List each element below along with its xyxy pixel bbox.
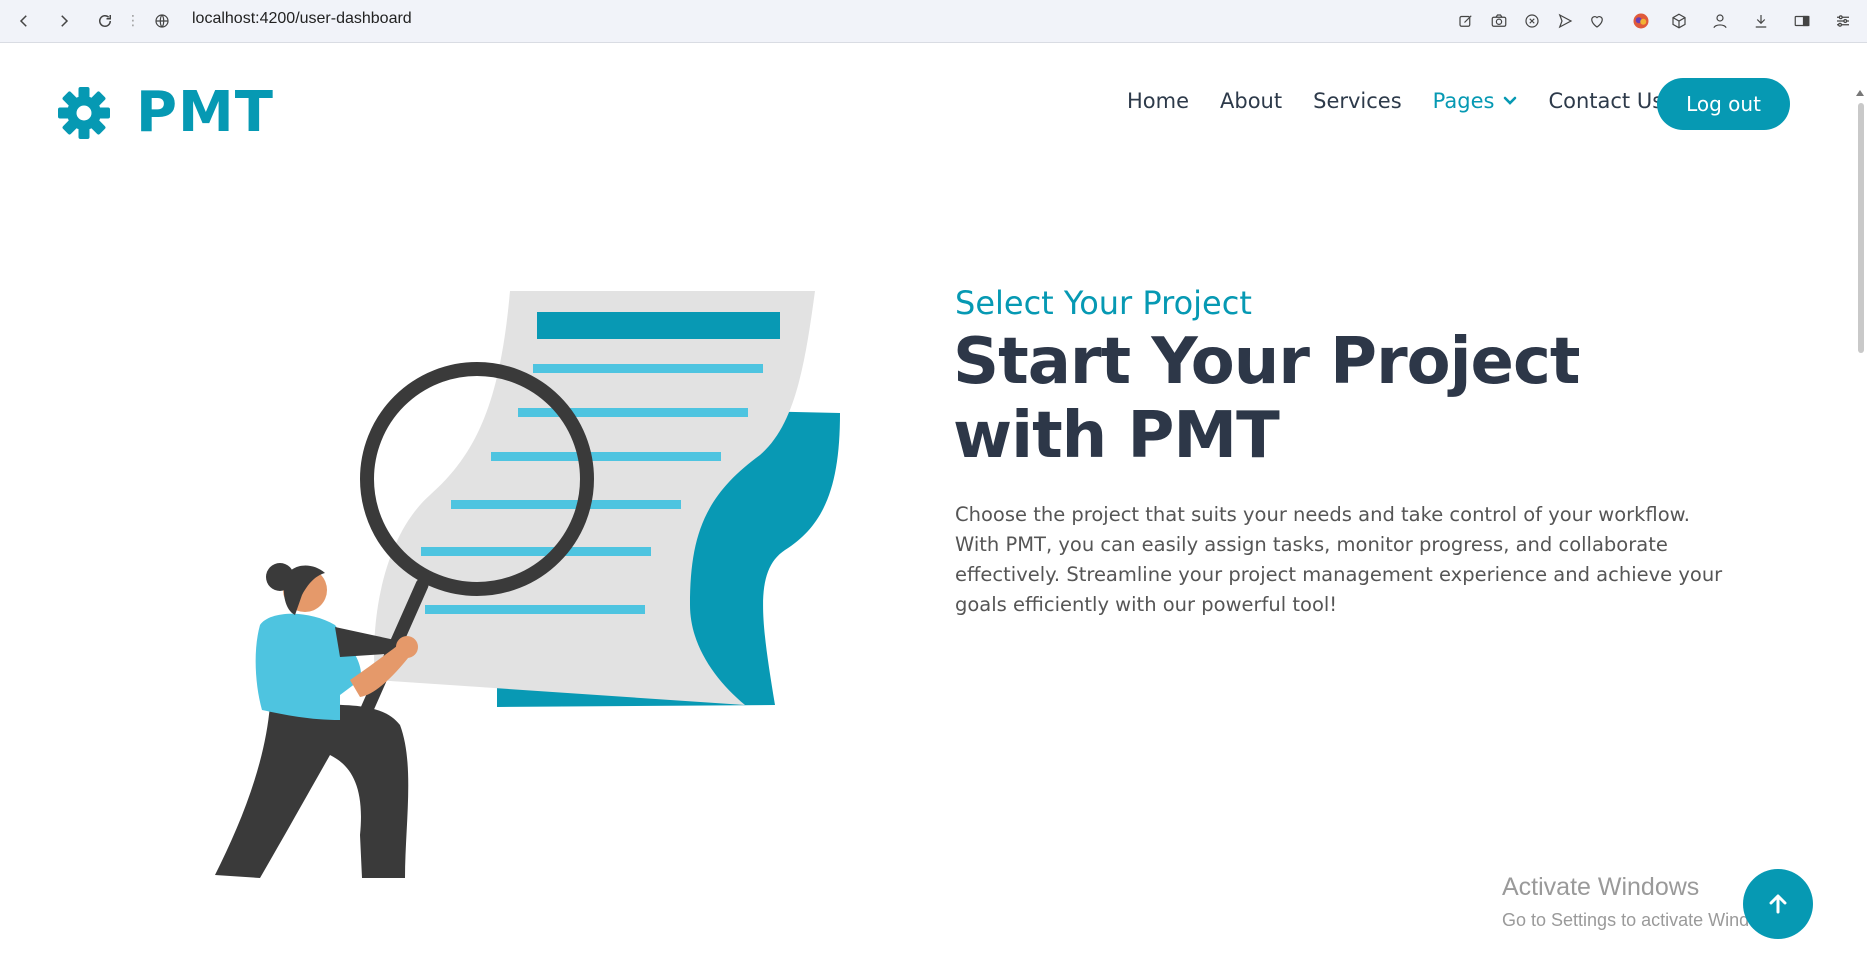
nav-pages-dropdown[interactable]: Pages <box>1433 89 1518 113</box>
illustration-line <box>451 500 681 509</box>
scroll-up-arrow-icon[interactable] <box>1856 90 1864 96</box>
back-icon[interactable] <box>12 9 36 33</box>
page-scrollbar[interactable] <box>1853 43 1867 958</box>
project-search-illustration <box>215 291 840 878</box>
illustration-line-header <box>537 312 780 339</box>
illustration-person-legs <box>215 704 409 878</box>
send-icon[interactable] <box>1553 9 1577 33</box>
forward-icon[interactable] <box>52 9 76 33</box>
illustration-line <box>518 408 748 417</box>
settings-icon[interactable] <box>1831 9 1855 33</box>
brand-logo[interactable]: PMT <box>58 80 274 145</box>
illustration-line <box>491 452 721 461</box>
nav-services[interactable]: Services <box>1313 89 1402 113</box>
main-nav: Home About Services Pages Contact Us <box>1127 89 1694 113</box>
back-to-top-button[interactable] <box>1743 869 1813 939</box>
illustration-person-bun <box>266 563 294 591</box>
reload-icon[interactable] <box>93 9 117 33</box>
nav-contact-us[interactable]: Contact Us <box>1548 89 1663 113</box>
nav-home[interactable]: Home <box>1127 89 1189 113</box>
address-bar[interactable]: localhost:4200/user-dashboard <box>192 10 412 28</box>
nav-pages-label: Pages <box>1432 89 1495 113</box>
hero-description: Choose the project that suits your needs… <box>955 503 1723 616</box>
arrow-up-icon <box>1769 894 1787 914</box>
hero-subtitle: Select Your Project <box>955 284 1252 322</box>
download-icon[interactable] <box>1749 9 1773 33</box>
extension-avatar-icon[interactable] <box>1629 9 1653 33</box>
edit-icon[interactable] <box>1454 9 1478 33</box>
gear-icon <box>58 86 110 139</box>
camera-icon[interactable] <box>1487 9 1511 33</box>
illustration-line <box>533 364 763 373</box>
cube-icon[interactable] <box>1667 9 1691 33</box>
kebab-icon: ⋮ <box>126 12 140 28</box>
illustration-person-hand <box>396 636 418 658</box>
site-info-icon[interactable] <box>150 9 174 33</box>
illustration-line <box>421 547 651 556</box>
browser-toolbar: ⋮ localhost:4200/user-dashboard <box>0 0 1867 43</box>
logout-button[interactable]: Log out <box>1657 78 1790 130</box>
illustration-line <box>425 605 645 614</box>
heart-icon[interactable] <box>1585 9 1609 33</box>
brand-name: PMT <box>136 80 274 145</box>
profile-icon[interactable] <box>1708 9 1732 33</box>
hero-headline: Start Your Project with PMT <box>953 325 1580 473</box>
nav-about[interactable]: About <box>1220 89 1282 113</box>
sidebar-icon[interactable] <box>1790 9 1814 33</box>
chevron-down-icon <box>1504 96 1517 105</box>
scroll-thumb[interactable] <box>1858 103 1864 353</box>
close-circle-icon[interactable] <box>1520 9 1544 33</box>
